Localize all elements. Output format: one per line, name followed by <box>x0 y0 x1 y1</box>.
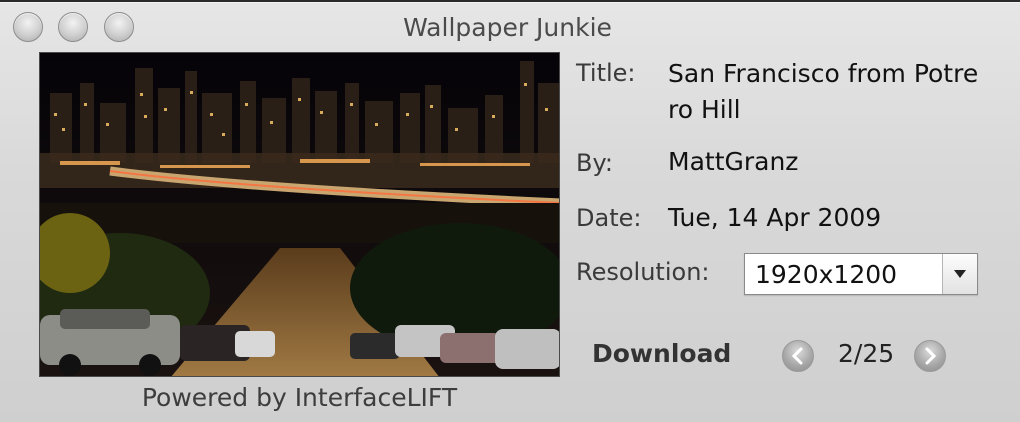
wallpaper-preview[interactable] <box>39 52 560 377</box>
date-label: Date: <box>576 204 642 232</box>
chevron-down-icon[interactable] <box>942 254 977 294</box>
by-label: By: <box>576 149 614 177</box>
download-button[interactable]: Download <box>592 339 731 368</box>
by-value: MattGranz <box>668 147 799 176</box>
previous-button[interactable] <box>782 340 814 372</box>
wallpaper-counter: 2/25 <box>838 339 895 368</box>
window-title: Wallpaper Junkie <box>403 13 612 42</box>
next-button[interactable] <box>914 340 946 372</box>
date-value: Tue, 14 Apr 2009 <box>668 203 882 232</box>
resolution-label: Resolution: <box>576 258 710 286</box>
app-window: Wallpaper Junkie Powered by InterfaceLIF… <box>0 2 1020 422</box>
city-photo <box>40 53 559 376</box>
chevron-right-icon <box>925 347 937 365</box>
resolution-select[interactable]: 1920x1200 <box>744 253 978 295</box>
powered-by-label: Powered by InterfaceLIFT <box>141 383 458 412</box>
title-value: San Francisco from Potrero Hill <box>668 59 979 124</box>
resolution-value: 1920x1200 <box>755 260 898 289</box>
chevron-left-icon <box>791 347 803 365</box>
title-bar[interactable]: Wallpaper Junkie <box>0 3 1020 49</box>
title-label: Title: <box>576 59 636 87</box>
